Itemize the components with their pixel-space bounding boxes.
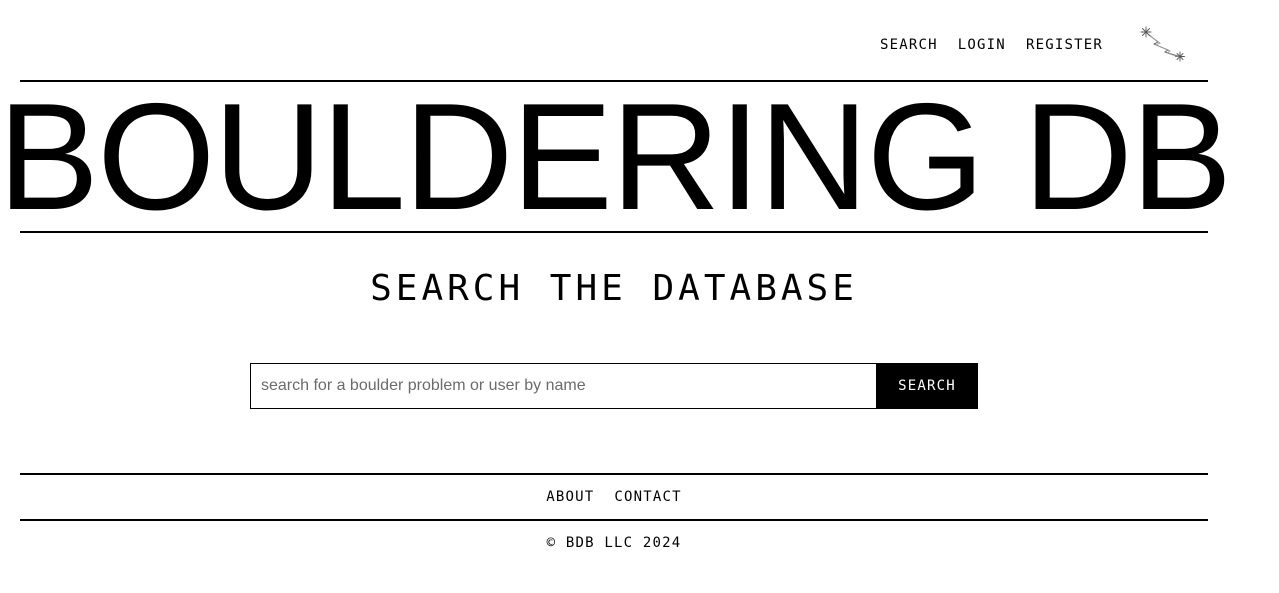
top-nav: SEARCH LOGIN REGISTER bbox=[880, 36, 1103, 54]
footer-nav: ABOUT CONTACT bbox=[20, 475, 1208, 519]
footer-about-link[interactable]: ABOUT bbox=[546, 489, 594, 505]
search-button[interactable]: SEARCH bbox=[876, 363, 978, 409]
site-title[interactable]: BOULDERING DB bbox=[0, 81, 1232, 233]
copyright-text: © BDB LLC 2024 bbox=[546, 535, 682, 551]
footer-contact-link[interactable]: CONTACT bbox=[614, 489, 681, 505]
nav-search-link[interactable]: SEARCH bbox=[880, 36, 938, 54]
search-heading: SEARCH THE DATABASE bbox=[370, 268, 858, 309]
search-input[interactable] bbox=[250, 363, 876, 409]
nav-login-link[interactable]: LOGIN bbox=[958, 36, 1006, 54]
nav-register-link[interactable]: REGISTER bbox=[1026, 36, 1103, 54]
star-constellation-icon[interactable] bbox=[1138, 24, 1190, 66]
page: SEARCH LOGIN REGISTER BOULDERING DB SEAR… bbox=[0, 0, 1279, 593]
header-bottom-divider bbox=[20, 231, 1208, 233]
search-form: SEARCH bbox=[250, 363, 978, 409]
footer-bottom-divider bbox=[20, 519, 1208, 521]
